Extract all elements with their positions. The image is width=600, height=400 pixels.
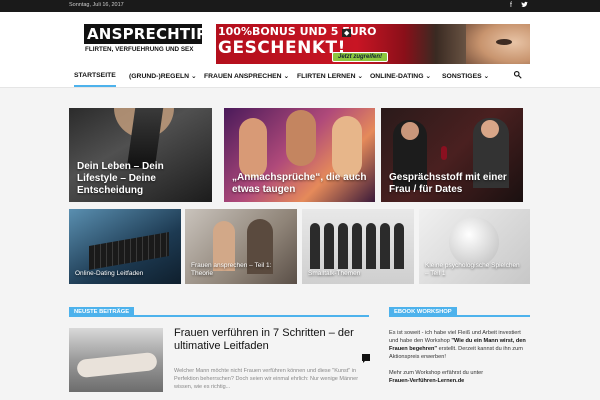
nav-item-frauen-ansprechen[interactable]: FRAUEN ANSPRECHEN ⌄ — [204, 72, 289, 80]
ebook-link[interactable]: Frauen-Verführen-Lernen.de — [389, 377, 530, 385]
site-logo[interactable]: ANSPRECHTIPPS FLIRTEN, VERFUEHRUNG UND S… — [84, 24, 229, 62]
tile-image — [310, 223, 320, 269]
tile-title[interactable]: Smalltalk-Themen — [308, 270, 408, 278]
ebook-sidebar: Es ist soweit - ich habe viel Fleiß und … — [389, 329, 530, 385]
tile-title[interactable]: Online-Dating Leitfaden — [75, 270, 175, 278]
tile-image — [380, 223, 390, 269]
logo-tagline: FLIRTEN, VERFUEHRUNG UND SEX — [85, 46, 194, 53]
tile-smalltalk[interactable]: Smalltalk-Themen — [302, 209, 414, 284]
banner-bonus-text: 100%BONUS UND 5 EURO — [218, 25, 377, 38]
tile-image — [239, 118, 267, 178]
tile-title[interactable]: Kleine psychologische Spielchen – Teil 1 — [425, 262, 525, 278]
tile-image — [286, 110, 316, 166]
tile-title[interactable]: Frauen ansprechen – Teil 1: Theorie — [191, 262, 291, 278]
tile-image — [352, 223, 362, 269]
facebook-icon[interactable]: f — [510, 1, 512, 12]
nav-item-flirten-lernen[interactable]: FLIRTEN LERNEN ⌄ — [297, 72, 363, 80]
post-excerpt: Welcher Mann möchte nicht Frauen verführ… — [174, 368, 359, 390]
tile-psychologische-spielchen[interactable]: Kleine psychologische Spielchen – Teil 1 — [419, 209, 530, 284]
current-date: Sonntag, Juli 16, 2017 — [69, 2, 124, 8]
chevron-down-icon: ⌄ — [357, 73, 364, 80]
main-navigation: STARTSEITE (GRUND-)REGELN ⌄ FRAUEN ANSPR… — [0, 66, 600, 88]
section-ebook-workshop: EBOOK WORKSHOP — [389, 305, 530, 317]
banner-brand-icon: ◆ — [342, 29, 352, 37]
featured-tile-title[interactable]: „Anmachsprüche“, die auch etwas taugen — [232, 172, 372, 196]
chevron-down-icon: ⌄ — [283, 73, 290, 80]
chevron-down-icon: ⌄ — [483, 73, 490, 80]
tile-image — [76, 351, 158, 379]
nav-item-startseite[interactable]: STARTSEITE — [74, 72, 116, 87]
tile-frauen-ansprechen[interactable]: Frauen ansprechen – Teil 1: Theorie — [185, 209, 297, 284]
ebook-more-info: Mehr zum Workshop erfährst du unter — [389, 370, 484, 376]
nav-item-sonstiges[interactable]: SONSTIGES ⌄ — [442, 72, 489, 80]
twitter-icon[interactable] — [521, 1, 528, 12]
banner-cta-button[interactable]: Jetzt zugreifen! — [332, 52, 389, 62]
search-icon[interactable] — [513, 70, 522, 81]
featured-tile-gespraechsstoff[interactable]: Gesprächsstoff mit einer Frau / für Date… — [381, 108, 523, 202]
tile-image — [324, 223, 334, 269]
tile-image — [449, 217, 499, 267]
top-bar: Sonntag, Juli 16, 2017 f — [0, 0, 600, 12]
tile-image — [332, 116, 362, 178]
banner-eye-image — [496, 39, 512, 45]
featured-tile-anmachsprueche[interactable]: „Anmachsprüche“, die auch etwas taugen — [224, 108, 375, 202]
featured-tile-title[interactable]: Dein Leben – Dein Lifestyle – Deine Ents… — [77, 161, 207, 197]
featured-tile-lifestyle[interactable]: Dein Leben – Dein Lifestyle – Deine Ents… — [69, 108, 212, 202]
section-title: NEUSTE BEITRÄGE — [69, 307, 135, 317]
wine-glass-image — [441, 146, 447, 160]
site-header: ANSPRECHTIPPS FLIRTEN, VERFUEHRUNG UND S… — [0, 12, 600, 66]
chevron-down-icon: ⌄ — [190, 73, 197, 80]
tile-image — [481, 120, 499, 138]
post-thumbnail[interactable] — [69, 328, 163, 392]
featured-tile-title[interactable]: Gesprächsstoff mit einer Frau / für Date… — [389, 172, 523, 196]
ad-banner[interactable]: 100%BONUS UND 5 EURO GESCHENKT! ◆ Jetzt … — [216, 24, 530, 64]
chevron-down-icon: ⌄ — [425, 73, 432, 80]
social-links: f — [510, 1, 528, 12]
nav-item-online-dating[interactable]: ONLINE-DATING ⌄ — [370, 72, 431, 80]
ebook-description: Es ist soweit - ich habe viel Fleiß und … — [389, 330, 526, 360]
logo-title: ANSPRECHTIPPS — [84, 24, 229, 44]
tile-image — [401, 122, 419, 140]
tile-image — [338, 223, 348, 269]
comment-count-icon[interactable] — [362, 354, 370, 363]
banner-headline: GESCHENKT! — [218, 38, 346, 58]
nav-item-regeln[interactable]: (GRUND-)REGELN ⌄ — [129, 72, 197, 80]
tile-image — [394, 223, 404, 269]
section-latest-posts: NEUSTE BEITRÄGE — [69, 305, 369, 317]
tile-online-dating[interactable]: Online-Dating Leitfaden — [69, 209, 181, 284]
tile-image — [366, 223, 376, 269]
keyboard-image — [89, 231, 169, 271]
post-title[interactable]: Frauen verführen in 7 Schritten – der ul… — [174, 327, 374, 353]
section-title: EBOOK WORKSHOP — [389, 307, 457, 317]
